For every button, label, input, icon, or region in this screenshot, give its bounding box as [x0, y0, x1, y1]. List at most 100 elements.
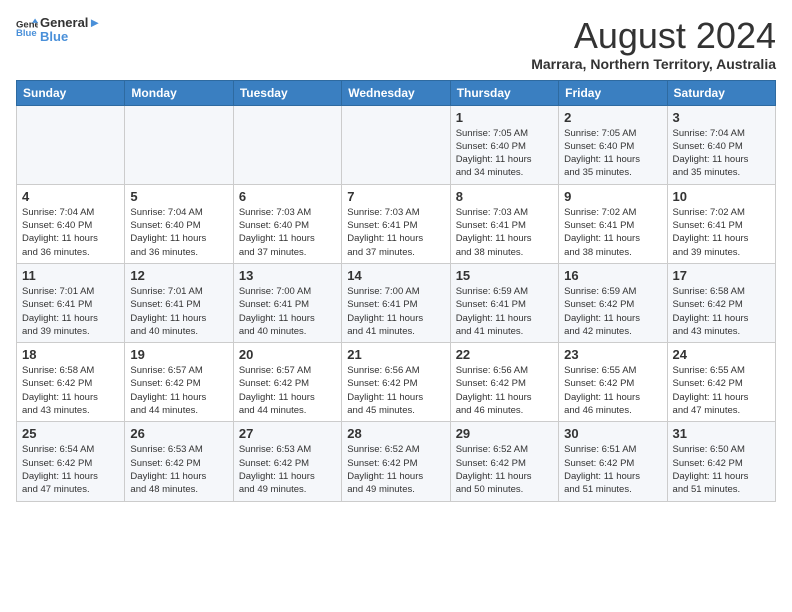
day-cell: 10Sunrise: 7:02 AM Sunset: 6:41 PM Dayli… — [667, 184, 775, 263]
day-info: Sunrise: 6:59 AM Sunset: 6:42 PM Dayligh… — [564, 285, 661, 338]
week-row-4: 18 Sunrise: 6:58 AM Sunset: 6:42 PM Dayli… — [17, 343, 776, 422]
day-number: 24 — [673, 347, 770, 362]
day-cell: 3 Sunrise: 7:04 AM Sunset: 6:40 PM Daylig… — [667, 105, 775, 184]
day-cell: 2 Sunrise: 7:05 AM Sunset: 6:40 PM Daylig… — [559, 105, 667, 184]
day-info: Sunrise: 7:03 AM Sunset: 6:40 PM Dayligh… — [239, 206, 336, 259]
day-cell: 19 Sunrise: 6:57 AM Sunset: 6:42 PM Dayli… — [125, 343, 233, 422]
day-info: Sunrise: 7:04 AM Sunset: 6:40 PM Dayligh… — [130, 206, 227, 259]
day-cell: 14Sunrise: 7:00 AM Sunset: 6:41 PM Dayli… — [342, 263, 450, 342]
day-number: 25 — [22, 426, 119, 441]
location-subtitle: Marrara, Northern Territory, Australia — [531, 56, 776, 72]
day-info: Sunrise: 6:56 AM Sunset: 6:42 PM Dayligh… — [347, 364, 444, 417]
day-number: 19 — [130, 347, 227, 362]
day-number: 11 — [22, 268, 119, 283]
day-info: Sunrise: 6:55 AM Sunset: 6:42 PM Dayligh… — [564, 364, 661, 417]
day-number: 14 — [347, 268, 444, 283]
day-number: 10 — [673, 189, 770, 204]
day-info: Sunrise: 6:50 AM Sunset: 6:42 PM Dayligh… — [673, 443, 770, 496]
logo-triangle: ► — [88, 15, 101, 30]
logo: General Blue General► Blue — [16, 16, 101, 45]
day-info: Sunrise: 6:57 AM Sunset: 6:42 PM Dayligh… — [130, 364, 227, 417]
day-cell: 21 Sunrise: 6:56 AM Sunset: 6:42 PM Dayli… — [342, 343, 450, 422]
day-info: Sunrise: 6:53 AM Sunset: 6:42 PM Dayligh… — [239, 443, 336, 496]
day-info: Sunrise: 6:56 AM Sunset: 6:42 PM Dayligh… — [456, 364, 553, 417]
day-number: 29 — [456, 426, 553, 441]
day-number: 23 — [564, 347, 661, 362]
day-header-friday: Friday — [559, 80, 667, 105]
day-cell: 24 Sunrise: 6:55 AM Sunset: 6:42 PM Dayli… — [667, 343, 775, 422]
day-cell: 15Sunrise: 6:59 AM Sunset: 6:41 PM Dayli… — [450, 263, 558, 342]
day-cell: 11Sunrise: 7:01 AM Sunset: 6:41 PM Dayli… — [17, 263, 125, 342]
day-info: Sunrise: 6:58 AM Sunset: 6:42 PM Dayligh… — [22, 364, 119, 417]
day-info: Sunrise: 6:53 AM Sunset: 6:42 PM Dayligh… — [130, 443, 227, 496]
day-info: Sunrise: 6:59 AM Sunset: 6:41 PM Dayligh… — [456, 285, 553, 338]
week-row-2: 4Sunrise: 7:04 AM Sunset: 6:40 PM Daylig… — [17, 184, 776, 263]
day-cell: 1 Sunrise: 7:05 AM Sunset: 6:40 PM Daylig… — [450, 105, 558, 184]
day-cell: 16 Sunrise: 6:59 AM Sunset: 6:42 PM Dayli… — [559, 263, 667, 342]
day-cell: 9Sunrise: 7:02 AM Sunset: 6:41 PM Daylig… — [559, 184, 667, 263]
day-header-wednesday: Wednesday — [342, 80, 450, 105]
day-cell: 18 Sunrise: 6:58 AM Sunset: 6:42 PM Dayli… — [17, 343, 125, 422]
logo-general: General — [40, 15, 88, 30]
day-cell — [233, 105, 341, 184]
day-cell: 31Sunrise: 6:50 AM Sunset: 6:42 PM Dayli… — [667, 422, 775, 501]
day-number: 1 — [456, 110, 553, 125]
day-number: 2 — [564, 110, 661, 125]
week-row-3: 11 Sunrise: 7:01 AM Sunset: 6:41 PM Dayli… — [17, 263, 776, 342]
day-number: 7 — [347, 189, 444, 204]
day-cell: 27 Sunrise: 6:53 AM Sunset: 6:42 PM Dayli… — [233, 422, 341, 501]
day-info: Sunrise: 7:05 AM Sunset: 6:40 PM Dayligh… — [456, 127, 553, 180]
header-row: SundayMondayTuesdayWednesdayThursdayFrid… — [17, 80, 776, 105]
day-number: 27 — [239, 426, 336, 441]
calendar-table: SundayMondayTuesdayWednesdayThursdayFrid… — [16, 80, 776, 502]
day-number: 5 — [130, 189, 227, 204]
day-cell: 26 Sunrise: 6:53 AM Sunset: 6:42 PM Dayli… — [125, 422, 233, 501]
day-number: 26 — [130, 426, 227, 441]
day-number: 16 — [564, 268, 661, 283]
day-cell: 22 Sunrise: 6:56 AM Sunset: 6:42 PM Dayli… — [450, 343, 558, 422]
day-number: 17 — [673, 268, 770, 283]
day-cell: 4Sunrise: 7:04 AM Sunset: 6:40 PM Daylig… — [17, 184, 125, 263]
day-cell: 30 Sunrise: 6:51 AM Sunset: 6:42 PM Dayli… — [559, 422, 667, 501]
day-info: Sunrise: 7:04 AM Sunset: 6:40 PM Dayligh… — [673, 127, 770, 180]
day-info: Sunrise: 6:55 AM Sunset: 6:42 PM Dayligh… — [673, 364, 770, 417]
day-cell: 25 Sunrise: 6:54 AM Sunset: 6:42 PM Dayli… — [17, 422, 125, 501]
day-cell: 12Sunrise: 7:01 AM Sunset: 6:41 PM Dayli… — [125, 263, 233, 342]
day-cell: 20 Sunrise: 6:57 AM Sunset: 6:42 PM Dayli… — [233, 343, 341, 422]
day-cell: 17 Sunrise: 6:58 AM Sunset: 6:42 PM Dayli… — [667, 263, 775, 342]
day-cell: 28 Sunrise: 6:52 AM Sunset: 6:42 PM Dayli… — [342, 422, 450, 501]
day-number: 22 — [456, 347, 553, 362]
day-header-saturday: Saturday — [667, 80, 775, 105]
day-info: Sunrise: 7:01 AM Sunset: 6:41 PM Dayligh… — [130, 285, 227, 338]
svg-text:Blue: Blue — [16, 28, 37, 39]
day-header-tuesday: Tuesday — [233, 80, 341, 105]
day-number: 13 — [239, 268, 336, 283]
day-info: Sunrise: 7:03 AM Sunset: 6:41 PM Dayligh… — [347, 206, 444, 259]
day-number: 3 — [673, 110, 770, 125]
day-cell: 29Sunrise: 6:52 AM Sunset: 6:42 PM Dayli… — [450, 422, 558, 501]
logo-icon: General Blue — [16, 17, 38, 39]
day-number: 30 — [564, 426, 661, 441]
day-header-monday: Monday — [125, 80, 233, 105]
day-cell — [125, 105, 233, 184]
day-number: 8 — [456, 189, 553, 204]
day-info: Sunrise: 6:57 AM Sunset: 6:42 PM Dayligh… — [239, 364, 336, 417]
day-number: 18 — [22, 347, 119, 362]
week-row-1: 1 Sunrise: 7:05 AM Sunset: 6:40 PM Daylig… — [17, 105, 776, 184]
day-number: 28 — [347, 426, 444, 441]
day-info: Sunrise: 6:54 AM Sunset: 6:42 PM Dayligh… — [22, 443, 119, 496]
day-info: Sunrise: 6:58 AM Sunset: 6:42 PM Dayligh… — [673, 285, 770, 338]
day-header-thursday: Thursday — [450, 80, 558, 105]
day-info: Sunrise: 6:52 AM Sunset: 6:42 PM Dayligh… — [347, 443, 444, 496]
week-row-5: 25 Sunrise: 6:54 AM Sunset: 6:42 PM Dayli… — [17, 422, 776, 501]
day-info: Sunrise: 7:05 AM Sunset: 6:40 PM Dayligh… — [564, 127, 661, 180]
day-number: 21 — [347, 347, 444, 362]
day-cell: 8 Sunrise: 7:03 AM Sunset: 6:41 PM Daylig… — [450, 184, 558, 263]
day-info: Sunrise: 6:51 AM Sunset: 6:42 PM Dayligh… — [564, 443, 661, 496]
day-cell: 6Sunrise: 7:03 AM Sunset: 6:40 PM Daylig… — [233, 184, 341, 263]
day-number: 20 — [239, 347, 336, 362]
title-block: August 2024 Marrara, Northern Territory,… — [531, 16, 776, 72]
day-info: Sunrise: 7:03 AM Sunset: 6:41 PM Dayligh… — [456, 206, 553, 259]
day-header-sunday: Sunday — [17, 80, 125, 105]
day-cell: 23 Sunrise: 6:55 AM Sunset: 6:42 PM Dayli… — [559, 343, 667, 422]
